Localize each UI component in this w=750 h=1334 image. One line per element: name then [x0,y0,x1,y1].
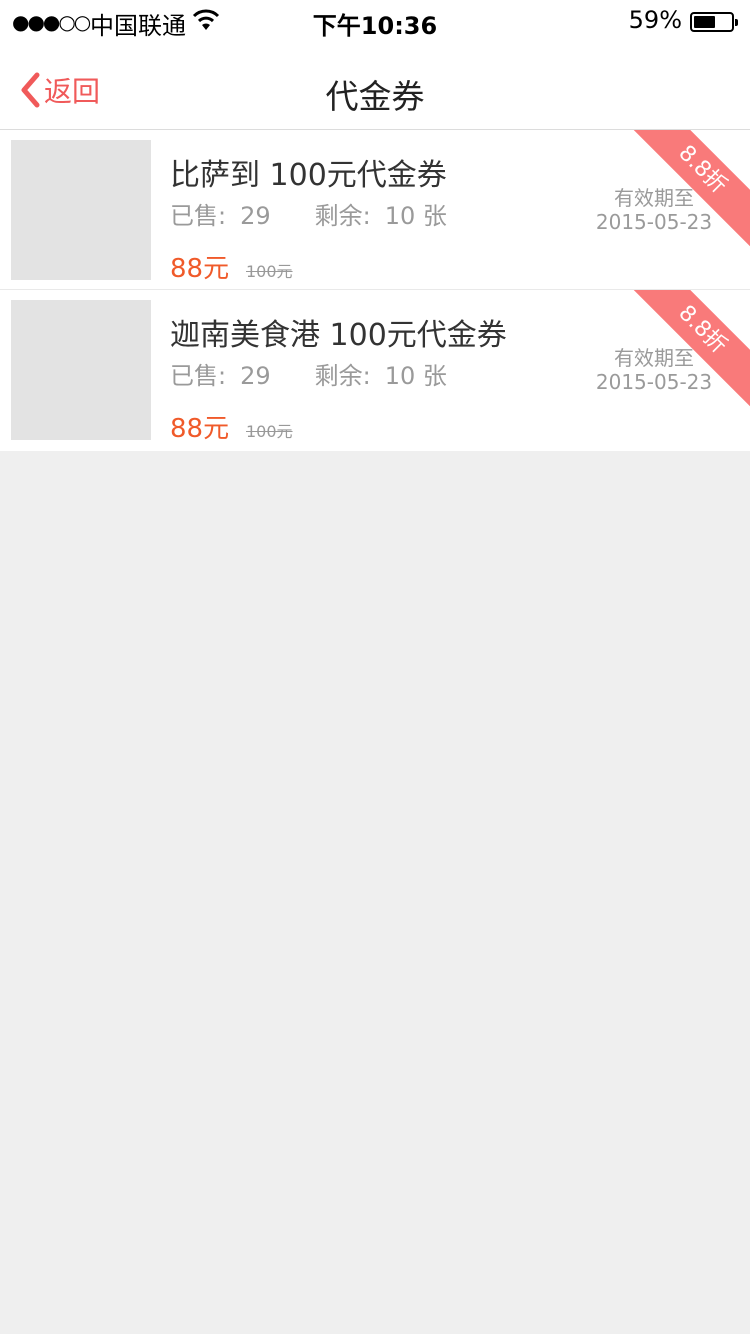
voucher-original-price: 100元 [246,422,293,441]
remain-label: 剩余: [314,202,371,230]
valid-until-date: 2015-05-23 [595,210,713,234]
voucher-price: 88元 [170,254,230,284]
voucher-original-price: 100元 [246,262,293,281]
navigation-bar: 返回 代金券 [0,42,750,130]
battery-percentage: 59% [628,6,682,34]
voucher-thumbnail [11,300,151,440]
voucher-stats: 已售: 29 剩余: 10 张 [170,196,447,231]
remain-count: 10 张 [384,362,447,390]
voucher-item[interactable]: 比萨到 100元代金券 已售: 29 剩余: 10 张 88元 100元 有效期至 2… [0,130,750,290]
valid-until-date: 2015-05-23 [595,370,713,394]
page-title: 代金券 [325,77,425,116]
sold-label: 已售: [170,202,227,230]
voucher-list: 比萨到 100元代金券 已售: 29 剩余: 10 张 88元 100元 有效期至 2… [0,130,750,451]
top-bar: ●●●○○ 中国联通 下午10:36 59% 返回 代金券 [0,0,750,130]
voucher-name: 比萨到 100元代金券 [170,158,447,193]
battery-icon [690,12,738,32]
sold-count: 29 [240,202,271,230]
sold-count: 29 [240,362,271,390]
remain-label: 剩余: [314,362,371,390]
voucher-price: 88元 [170,414,230,444]
voucher-name: 迦南美食港 100元代金券 [170,318,507,353]
voucher-item[interactable]: 迦南美食港 100元代金券 已售: 29 剩余: 10 张 88元 100元 有效期至… [0,290,750,451]
voucher-thumbnail [11,140,151,280]
status-bar: ●●●○○ 中国联通 下午10:36 59% [0,0,750,42]
sold-label: 已售: [170,362,227,390]
battery-level [694,16,715,28]
voucher-stats: 已售: 29 剩余: 10 张 [170,356,447,391]
remain-count: 10 张 [384,202,447,230]
